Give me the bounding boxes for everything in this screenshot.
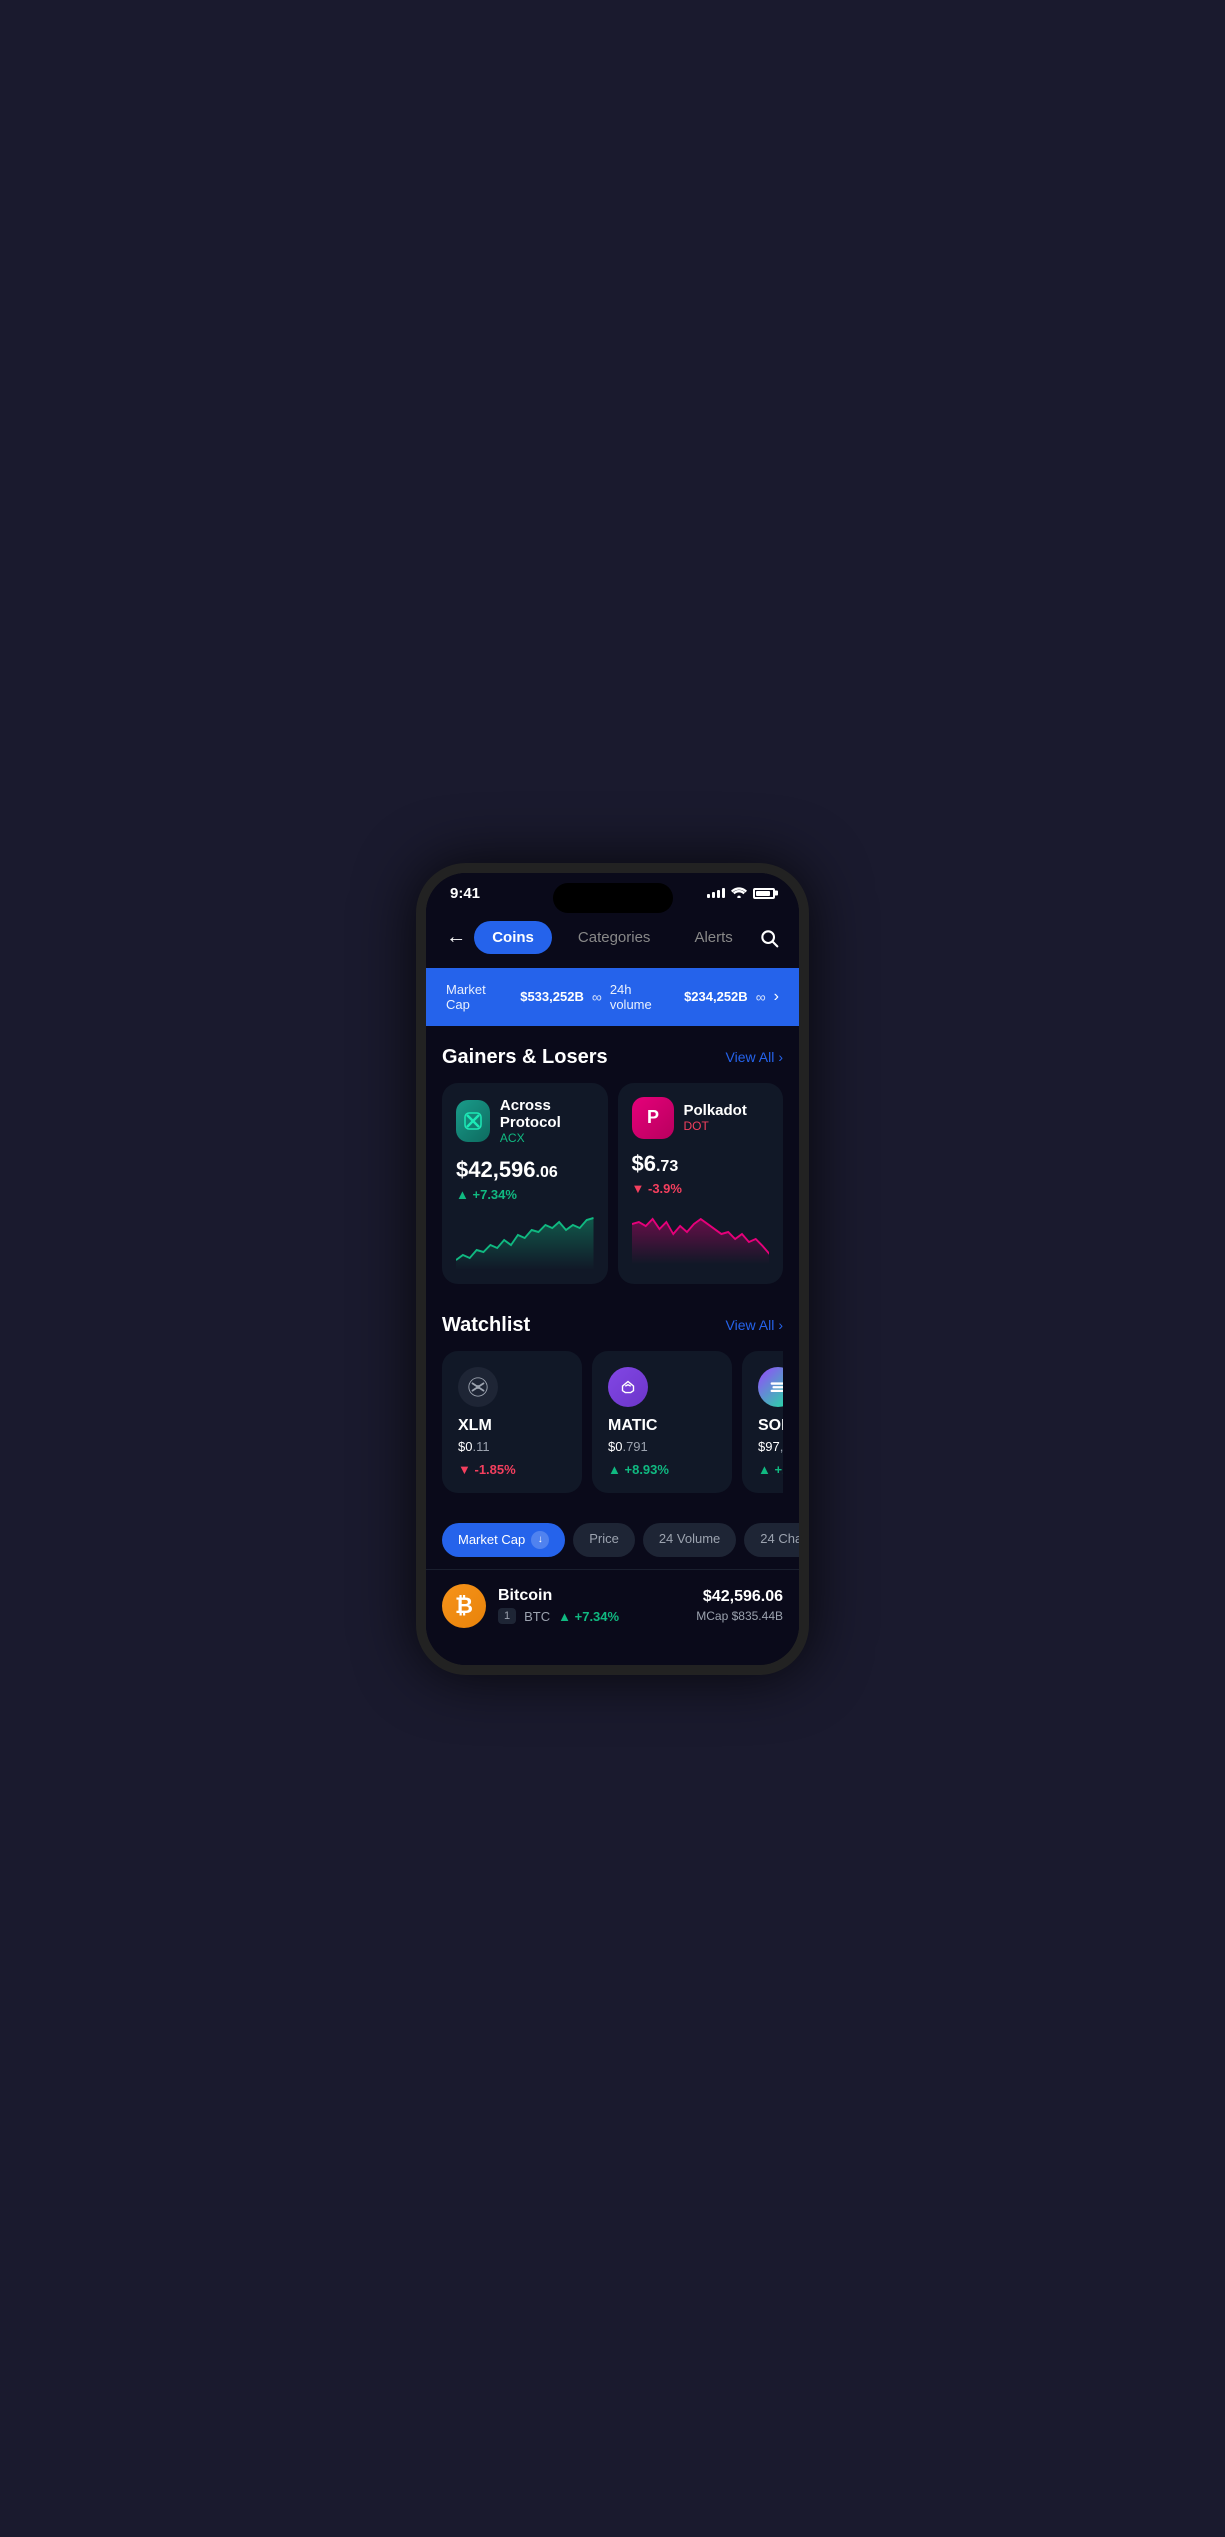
chain-icon-1: ∞ [592, 989, 602, 1005]
signal-bar-1 [707, 894, 710, 898]
sort-price-button[interactable]: Price [573, 1523, 635, 1557]
watchlist-scroll: XLM $0.11 ▼ -1.85% [442, 1351, 783, 1501]
acx-symbol: ACX [500, 1131, 594, 1145]
btc-symbol: BTC [524, 1609, 550, 1624]
volume-value: $234,252B [684, 989, 748, 1004]
matic-logo [608, 1367, 648, 1407]
sol-change: ▲ +1 [758, 1462, 783, 1477]
tab-categories[interactable]: Categories [560, 921, 669, 954]
btc-mcap: MCap $835.44B [696, 1609, 783, 1623]
acx-name: Across Protocol [500, 1097, 594, 1131]
matic-change: ▲ +8.93% [608, 1462, 716, 1477]
sol-logo [758, 1367, 783, 1407]
status-icons [707, 885, 775, 901]
sol-price: $97,7 [758, 1439, 783, 1454]
watchlist-view-all[interactable]: View All › [726, 1317, 783, 1333]
dot-symbol: DOT [684, 1119, 747, 1133]
dot-card[interactable]: P Polkadot DOT $6.73 ▼ -3.9% [618, 1083, 784, 1284]
status-time: 9:41 [450, 885, 480, 902]
back-arrow-icon: ← [446, 926, 466, 949]
watchlist-chevron-icon: › [778, 1317, 783, 1333]
sol-watchlist-card[interactable]: SOL $97,7 ▲ +1 [742, 1351, 783, 1493]
svg-text:P: P [646, 1107, 658, 1127]
signal-bar-3 [717, 890, 720, 898]
tab-coins[interactable]: Coins [474, 921, 552, 954]
volume-label: 24h volume [610, 982, 676, 1012]
notch [553, 883, 673, 913]
phone-screen: 9:41 [426, 873, 799, 1665]
matic-symbol: MATIC [608, 1417, 716, 1435]
view-all-chevron-icon: › [778, 1049, 783, 1065]
gainers-losers-title: Gainers & Losers [442, 1046, 608, 1069]
xlm-price: $0.11 [458, 1439, 566, 1454]
dot-logo: P [632, 1097, 674, 1139]
dot-name: Polkadot [684, 1102, 747, 1119]
watchlist-section: Watchlist View All › XLM [426, 1294, 799, 1511]
chain-icon-2: ∞ [756, 989, 766, 1005]
signal-bars-icon [707, 888, 725, 898]
market-cap-label: Market Cap [446, 982, 512, 1012]
phone-frame: 9:41 [416, 863, 809, 1675]
nav-bar: ← Coins Categories Alerts [426, 910, 799, 968]
dot-chart [632, 1204, 770, 1264]
btc-info: Bitcoin 1 BTC ▲ +7.34% [498, 1587, 696, 1624]
btc-price: $42,596.06 [696, 1588, 783, 1606]
xlm-logo [458, 1367, 498, 1407]
acx-chart [456, 1210, 594, 1270]
search-button[interactable] [759, 920, 779, 956]
btc-up-icon: ▲ [558, 1609, 571, 1624]
battery-icon [753, 888, 775, 899]
gainers-losers-view-all[interactable]: View All › [726, 1049, 783, 1065]
up-triangle-icon: ▲ [456, 1187, 469, 1202]
signal-bar-2 [712, 892, 715, 898]
watchlist-header: Watchlist View All › [442, 1314, 783, 1337]
market-cap-value: $533,252B [520, 989, 584, 1004]
xlm-down-icon: ▼ [458, 1462, 471, 1477]
gainers-grid: Across Protocol ACX $42,596.06 ▲ +7.34% [442, 1083, 783, 1284]
acx-change: ▲ +7.34% [456, 1187, 594, 1202]
matic-price: $0.791 [608, 1439, 716, 1454]
sort-change-button[interactable]: 24 Change [744, 1523, 799, 1557]
dot-info: Polkadot DOT [684, 1102, 747, 1133]
btc-rank: 1 [498, 1608, 516, 1624]
battery-fill [756, 891, 770, 896]
btc-name: Bitcoin [498, 1587, 696, 1605]
wifi-icon [731, 885, 747, 901]
xlm-change: ▼ -1.85% [458, 1462, 566, 1477]
bitcoin-list-row[interactable]: ₿ Bitcoin 1 BTC ▲ +7.34% $42,596.06 MCap… [426, 1569, 799, 1642]
down-triangle-icon: ▼ [632, 1181, 645, 1196]
watchlist-title: Watchlist [442, 1314, 530, 1337]
btc-right: $42,596.06 MCap $835.44B [696, 1588, 783, 1623]
btc-logo: ₿ [442, 1584, 486, 1628]
matic-watchlist-card[interactable]: MATIC $0.791 ▲ +8.93% [592, 1351, 732, 1493]
dot-change: ▼ -3.9% [632, 1181, 770, 1196]
dot-price: $6.73 [632, 1151, 770, 1177]
back-button[interactable]: ← [446, 920, 466, 956]
acx-logo [456, 1100, 490, 1142]
acx-card[interactable]: Across Protocol ACX $42,596.06 ▲ +7.34% [442, 1083, 608, 1284]
sol-up-icon: ▲ [758, 1462, 771, 1477]
acx-card-header: Across Protocol ACX [456, 1097, 594, 1145]
tab-alerts[interactable]: Alerts [676, 921, 750, 954]
acx-info: Across Protocol ACX [500, 1097, 594, 1145]
sort-down-icon: ↓ [531, 1531, 549, 1549]
dot-card-header: P Polkadot DOT [632, 1097, 770, 1139]
gainers-losers-section: Gainers & Losers View All › [426, 1026, 799, 1294]
sort-bar: Market Cap ↓ Price 24 Volume 24 Change [426, 1511, 799, 1569]
market-cap-banner[interactable]: Market Cap $533,252B ∞ 24h volume $234,2… [426, 968, 799, 1026]
acx-price: $42,596.06 [456, 1157, 594, 1183]
sort-market-cap-button[interactable]: Market Cap ↓ [442, 1523, 565, 1557]
xlm-symbol: XLM [458, 1417, 566, 1435]
sort-volume-button[interactable]: 24 Volume [643, 1523, 736, 1557]
matic-up-icon: ▲ [608, 1462, 621, 1477]
sol-symbol: SOL [758, 1417, 783, 1435]
banner-chevron-icon: › [774, 988, 779, 1006]
signal-bar-4 [722, 888, 725, 898]
gainers-losers-header: Gainers & Losers View All › [442, 1046, 783, 1069]
xlm-watchlist-card[interactable]: XLM $0.11 ▼ -1.85% [442, 1351, 582, 1493]
btc-meta: 1 BTC ▲ +7.34% [498, 1608, 696, 1624]
btc-change: ▲ +7.34% [558, 1609, 619, 1624]
